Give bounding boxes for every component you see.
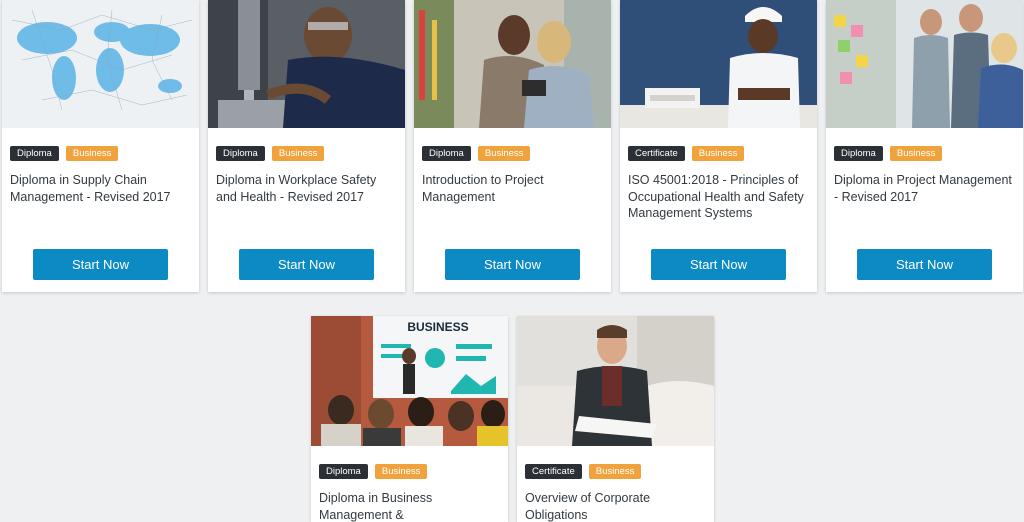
- course-thumbnail[interactable]: [826, 0, 1023, 128]
- course-card[interactable]: Diploma Business Diploma in Supply Chain …: [2, 0, 199, 292]
- category-badge: Business: [889, 146, 943, 161]
- category-badge: Business: [374, 464, 428, 479]
- badge-group: Diploma Business: [10, 146, 125, 161]
- presentation-photo: BUSINESS: [311, 316, 508, 446]
- category-badge: Business: [271, 146, 325, 161]
- type-badge: Certificate: [525, 464, 582, 479]
- start-now-button[interactable]: Start Now: [651, 249, 786, 280]
- type-badge: Certificate: [628, 146, 685, 161]
- start-now-button[interactable]: Start Now: [239, 249, 374, 280]
- badge-group: Certificate Business: [525, 464, 648, 479]
- category-badge: Business: [477, 146, 531, 161]
- world-map-image: [2, 0, 199, 128]
- badge-group: Diploma Business: [422, 146, 537, 161]
- type-badge: Diploma: [422, 146, 471, 161]
- category-badge: Business: [65, 146, 119, 161]
- course-title[interactable]: Diploma in Project Management - Revised …: [834, 172, 1018, 205]
- course-thumbnail[interactable]: [208, 0, 405, 128]
- course-card[interactable]: Certificate Business Overview of Corporat…: [517, 316, 714, 522]
- course-thumbnail[interactable]: [414, 0, 611, 128]
- start-now-button[interactable]: Start Now: [33, 249, 168, 280]
- course-card[interactable]: BUSINESS Diploma Business Diploma in Busi…: [311, 316, 508, 522]
- type-badge: Diploma: [319, 464, 368, 479]
- course-thumbnail[interactable]: [620, 0, 817, 128]
- course-thumbnail[interactable]: [2, 0, 199, 128]
- start-now-button[interactable]: Start Now: [445, 249, 580, 280]
- course-card[interactable]: Diploma Business Diploma in Project Manag…: [826, 0, 1023, 292]
- start-now-button[interactable]: Start Now: [857, 249, 992, 280]
- course-card[interactable]: Diploma Business Introduction to Project …: [414, 0, 611, 292]
- course-thumbnail[interactable]: [517, 316, 714, 446]
- course-title[interactable]: Overview of Corporate Obligations: [525, 490, 709, 522]
- engineer-photo: [620, 0, 817, 128]
- reading-man-photo: [517, 316, 714, 446]
- course-title[interactable]: Diploma in Business Management &: [319, 490, 503, 522]
- course-card[interactable]: Certificate Business ISO 45001:2018 - Pri…: [620, 0, 817, 292]
- business-slide-text: BUSINESS: [407, 320, 468, 334]
- worker-photo: [208, 0, 405, 128]
- type-badge: Diploma: [216, 146, 265, 161]
- badge-group: Diploma Business: [216, 146, 331, 161]
- women-tablet-photo: [414, 0, 611, 128]
- category-badge: Business: [691, 146, 745, 161]
- badge-group: Certificate Business: [628, 146, 751, 161]
- course-card[interactable]: Diploma Business Diploma in Workplace Saf…: [208, 0, 405, 292]
- course-title[interactable]: Diploma in Workplace Safety and Health -…: [216, 172, 400, 205]
- type-badge: Diploma: [10, 146, 59, 161]
- badge-group: Diploma Business: [834, 146, 949, 161]
- category-badge: Business: [588, 464, 642, 479]
- type-badge: Diploma: [834, 146, 883, 161]
- course-title[interactable]: Diploma in Supply Chain Management - Rev…: [10, 172, 194, 205]
- course-title[interactable]: ISO 45001:2018 - Principles of Occupatio…: [628, 172, 812, 222]
- course-thumbnail[interactable]: BUSINESS: [311, 316, 508, 446]
- badge-group: Diploma Business: [319, 464, 434, 479]
- course-title[interactable]: Introduction to Project Management: [422, 172, 606, 205]
- team-board-photo: [826, 0, 1023, 128]
